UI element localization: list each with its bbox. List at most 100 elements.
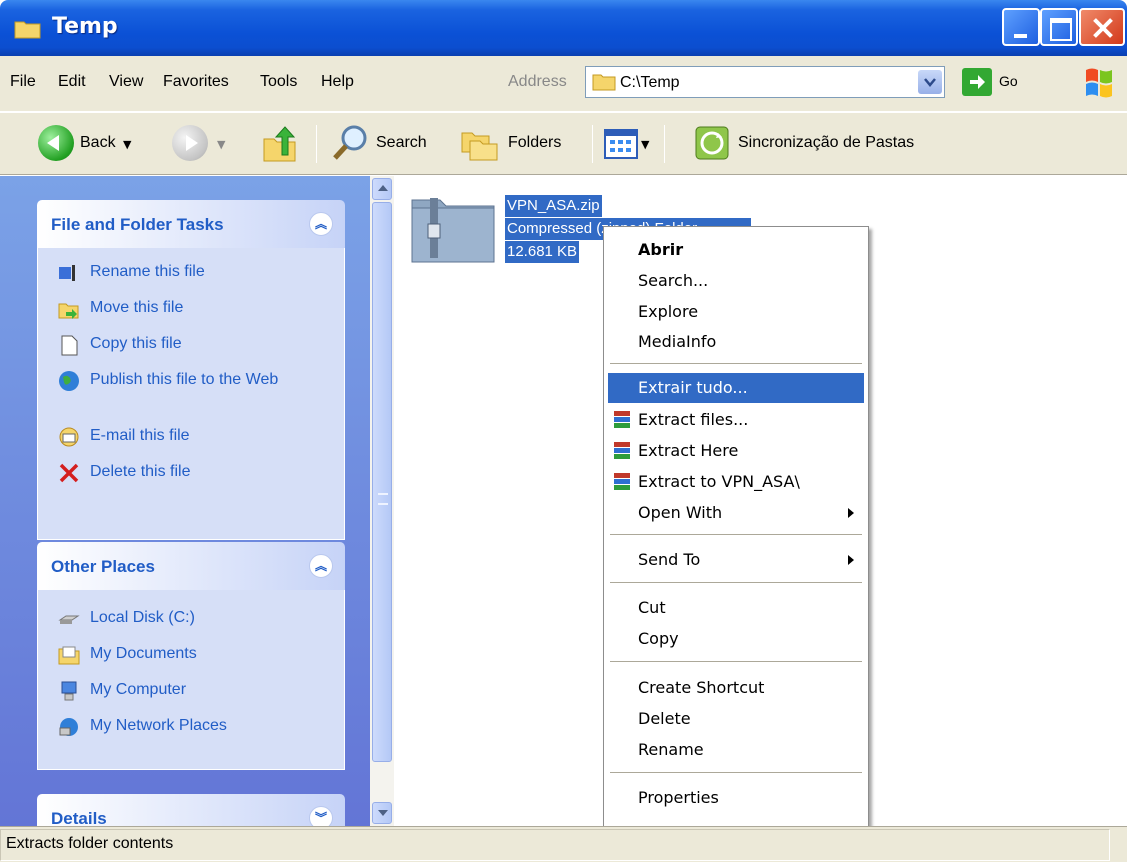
expand-icon[interactable]: ︾: [309, 806, 333, 826]
toolbar-separator: [592, 125, 593, 163]
folder-up-icon[interactable]: [262, 125, 298, 163]
address-dropdown-button[interactable]: [918, 70, 942, 94]
toolbar: Back ▼ ▼ Search Folders ▼ Sincronização …: [0, 113, 1127, 175]
menu-item-label: Cut: [638, 598, 666, 617]
task-label: Rename this file: [90, 263, 205, 280]
arrow-left-icon: [47, 135, 59, 151]
other-places-panel: Other Places ︽ Local Disk (C:) My Docume…: [37, 542, 345, 770]
menu-item-properties[interactable]: Properties: [608, 783, 864, 813]
documents-icon: [58, 646, 80, 665]
address-bar[interactable]: C:\Temp: [585, 66, 945, 98]
context-menu: Abrir Search... Explore MediaInfo Extrai…: [603, 226, 869, 828]
menu-item-rename[interactable]: Rename: [608, 735, 864, 765]
menu-item-open-with[interactable]: Open With: [608, 498, 864, 528]
menu-file[interactable]: File: [10, 73, 36, 91]
winrar-icon: [614, 411, 630, 428]
menu-item-cut[interactable]: Cut: [608, 593, 864, 623]
back-button[interactable]: [38, 125, 74, 161]
views-dropdown-icon[interactable]: ▼: [641, 138, 649, 151]
panel-header[interactable]: Other Places ︽: [37, 542, 345, 590]
forward-dropdown-icon[interactable]: ▼: [217, 138, 225, 151]
arrow-right-icon: [970, 75, 985, 89]
menu-item-mediainfo[interactable]: MediaInfo: [608, 327, 864, 357]
task-publish-file[interactable]: Publish this file to the Web: [58, 370, 300, 392]
panel-header[interactable]: Details ︾: [37, 794, 345, 826]
go-button[interactable]: [962, 68, 992, 96]
chevron-down-icon: [378, 810, 388, 816]
back-dropdown-icon[interactable]: ▼: [123, 138, 131, 151]
vertical-scrollbar[interactable]: [370, 176, 394, 826]
place-my-network[interactable]: My Network Places: [58, 716, 300, 738]
place-local-disk[interactable]: Local Disk (C:): [58, 608, 300, 630]
close-button[interactable]: [1079, 8, 1125, 46]
menu-separator: [610, 582, 862, 583]
task-rename-file[interactable]: Rename this file: [58, 262, 300, 284]
toolbar-separator: [316, 125, 317, 163]
minimize-button[interactable]: [1002, 8, 1040, 46]
maximize-button[interactable]: [1040, 8, 1078, 46]
task-move-file[interactable]: Move this file: [58, 298, 300, 320]
menu-item-extract-to[interactable]: Extract to VPN_ASA\: [608, 467, 864, 497]
menu-favorites[interactable]: Favorites: [163, 73, 229, 91]
scroll-thumb[interactable]: [372, 202, 392, 762]
address-label: Address: [508, 73, 567, 90]
task-delete-file[interactable]: Delete this file: [58, 462, 300, 484]
menu-item-search[interactable]: Search...: [608, 266, 864, 296]
menu-item-label: Search...: [638, 271, 709, 290]
menu-item-explore[interactable]: Explore: [608, 297, 864, 327]
status-text: Extracts folder contents: [6, 835, 174, 852]
sync-label[interactable]: Sincronização de Pastas: [738, 134, 914, 152]
menu-separator: [610, 363, 862, 364]
menu-help[interactable]: Help: [321, 73, 354, 91]
scroll-down-button[interactable]: [372, 802, 392, 824]
sync-icon[interactable]: [694, 125, 730, 161]
menu-item-create-shortcut[interactable]: Create Shortcut: [608, 673, 864, 703]
menu-item-extract-files[interactable]: Extract files...: [608, 405, 864, 435]
collapse-icon[interactable]: ︽: [309, 212, 333, 236]
search-label[interactable]: Search: [376, 134, 427, 152]
window-title: Temp: [52, 14, 118, 39]
views-icon[interactable]: [604, 129, 638, 159]
task-email-file[interactable]: E-mail this file: [58, 426, 300, 448]
task-label: Publish this file to the Web: [90, 371, 279, 388]
panel-header[interactable]: File and Folder Tasks ︽: [37, 200, 345, 248]
task-copy-file[interactable]: Copy this file: [58, 334, 300, 356]
menu-item-label: Extract files...: [638, 410, 749, 429]
collapse-icon[interactable]: ︽: [309, 554, 333, 578]
file-name[interactable]: VPN_ASA.zip: [505, 195, 602, 217]
menu-item-open[interactable]: Abrir: [608, 235, 864, 265]
menu-item-delete[interactable]: Delete: [608, 704, 864, 734]
task-pane: File and Folder Tasks ︽ Rename this file…: [0, 176, 370, 826]
folders-icon[interactable]: [460, 125, 502, 163]
folder-icon: [592, 74, 616, 91]
go-label[interactable]: Go: [999, 73, 1018, 89]
menu-view[interactable]: View: [109, 73, 143, 91]
menu-item-extract-all[interactable]: Extrair tudo...: [608, 373, 864, 403]
folders-label[interactable]: Folders: [508, 134, 561, 152]
title-bar[interactable]: Temp: [0, 0, 1127, 56]
details-panel: Details ︾: [37, 794, 345, 826]
file-size: 12.681 KB: [505, 241, 580, 263]
file-folder-tasks-panel: File and Folder Tasks ︽ Rename this file…: [37, 200, 345, 540]
back-label[interactable]: Back: [80, 134, 116, 152]
windows-logo-icon: [1086, 68, 1112, 98]
search-icon[interactable]: [330, 123, 370, 163]
forward-button[interactable]: [172, 125, 208, 161]
menu-item-extract-here[interactable]: Extract Here: [608, 436, 864, 466]
menu-bar: File Edit View Favorites Tools Help Addr…: [0, 56, 1127, 112]
menu-item-copy[interactable]: Copy: [608, 624, 864, 654]
menu-item-send-to[interactable]: Send To: [608, 545, 864, 575]
scroll-up-button[interactable]: [372, 178, 392, 200]
menu-edit[interactable]: Edit: [58, 73, 86, 91]
drive-icon: [58, 615, 80, 624]
move-icon: [58, 303, 79, 319]
place-my-computer[interactable]: My Computer: [58, 680, 300, 702]
winrar-icon: [614, 473, 630, 490]
panel-title: File and Folder Tasks: [51, 215, 224, 234]
place-my-documents[interactable]: My Documents: [58, 644, 300, 666]
menu-separator: [610, 534, 862, 535]
zip-folder-icon[interactable]: [410, 194, 498, 266]
menu-tools[interactable]: Tools: [260, 73, 297, 91]
menu-item-label: Create Shortcut: [638, 678, 765, 697]
menu-item-label: Open With: [638, 503, 723, 522]
